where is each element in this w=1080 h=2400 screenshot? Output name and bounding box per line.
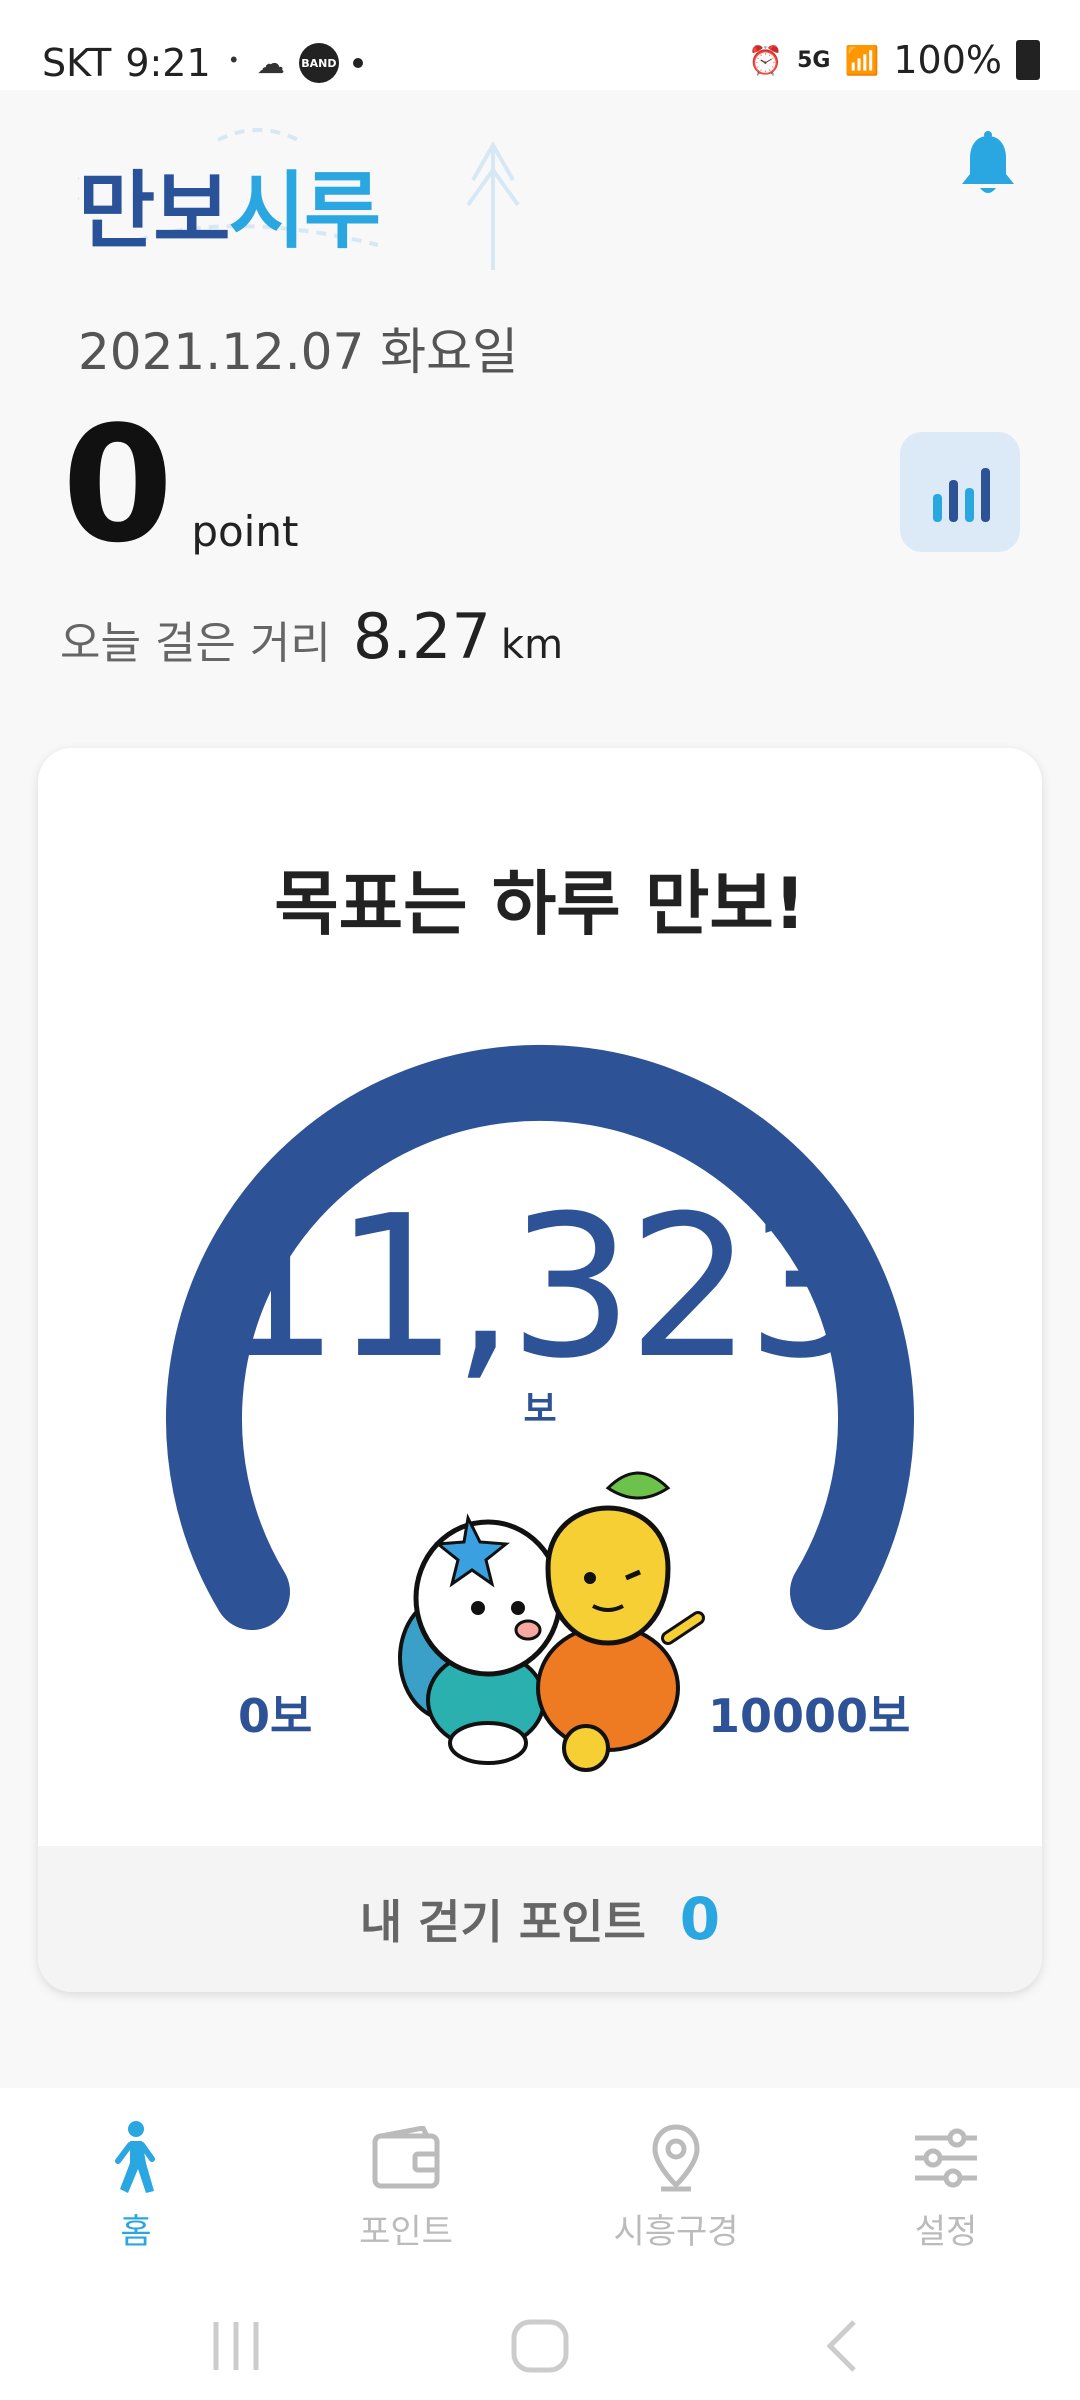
walking-points-value: 0 bbox=[679, 1885, 721, 1953]
wallet-icon bbox=[306, 2118, 506, 2198]
points-summary: 0 point bbox=[62, 391, 299, 578]
status-left: SKT 9:21 ᭼ ☁ BAND bbox=[42, 38, 363, 88]
cloud-icon: ☁ bbox=[256, 46, 285, 80]
system-navigation-bar bbox=[0, 2288, 1080, 2400]
wavve-icon: ᭼ bbox=[224, 41, 243, 74]
logo-part-1: 만보 bbox=[78, 162, 231, 260]
nav-home[interactable]: 홈 bbox=[36, 2118, 236, 2253]
step-unit: 보 bbox=[523, 1389, 557, 1430]
nav-home-label: 홈 bbox=[120, 2212, 152, 2252]
clock: 9:21 bbox=[125, 41, 211, 85]
step-goal-card: 목표는 하루 만보! 11,323 보 0보 10000보 내 걷기 포인트 0 bbox=[38, 748, 1042, 1992]
app-logo: 만보시루 bbox=[78, 120, 558, 270]
bottom-navigation: 홈 포인트 시흥구경 설정 bbox=[0, 2088, 1080, 2288]
battery-percent: 100% bbox=[893, 38, 1002, 82]
band-icon: BAND bbox=[298, 43, 339, 83]
sliders-icon bbox=[846, 2118, 1046, 2198]
distance-value: 8.27 bbox=[352, 600, 491, 673]
nav-points-label: 포인트 bbox=[359, 2212, 453, 2252]
logo-part-2: 시루 bbox=[228, 162, 382, 260]
recent-apps-icon[interactable] bbox=[208, 2318, 264, 2378]
app-header: 만보시루 bbox=[0, 90, 1080, 290]
alarm-icon: ⏰ bbox=[748, 43, 784, 77]
bar-chart-icon bbox=[933, 468, 990, 522]
network-type: 5G bbox=[797, 47, 831, 73]
nav-sights[interactable]: 시흥구경 bbox=[576, 2118, 776, 2253]
distance-unit: km bbox=[500, 622, 564, 668]
nav-settings[interactable]: 설정 bbox=[846, 2118, 1046, 2253]
walking-points-label: 내 걷기 포인트 bbox=[359, 1895, 646, 1949]
status-bar: SKT 9:21 ᭼ ☁ BAND ⏰ 5G 📶 100% bbox=[0, 0, 1080, 90]
map-pin-icon bbox=[576, 2118, 776, 2198]
notification-dot-icon bbox=[352, 58, 363, 68]
bell-icon[interactable] bbox=[958, 130, 1018, 200]
logo-text: 만보시루 bbox=[78, 144, 382, 265]
home-icon[interactable] bbox=[510, 2318, 570, 2378]
current-date: 2021.12.07 화요일 bbox=[78, 323, 519, 381]
walking-person-icon bbox=[36, 2118, 236, 2198]
status-right: ⏰ 5G 📶 100% bbox=[748, 38, 1040, 82]
distance-summary: 오늘 걸은 거리 8.27 km bbox=[60, 600, 563, 673]
gauge-min-label: 0보 bbox=[238, 1689, 313, 1743]
signal-icon: 📶 bbox=[844, 43, 880, 77]
stats-chart-button[interactable] bbox=[900, 432, 1020, 552]
nav-sights-label: 시흥구경 bbox=[613, 2212, 739, 2252]
mascot-characters-icon bbox=[398, 1471, 705, 1772]
points-unit: point bbox=[191, 507, 299, 556]
walking-points-bar: 내 걷기 포인트 0 bbox=[38, 1846, 1042, 1992]
points-value: 0 bbox=[62, 391, 174, 578]
nav-points[interactable]: 포인트 bbox=[306, 2118, 506, 2253]
battery-icon bbox=[1016, 40, 1040, 80]
step-count: 11,323 bbox=[215, 1174, 871, 1402]
nav-settings-label: 설정 bbox=[914, 2212, 978, 2252]
gauge-max-label: 10000보 bbox=[708, 1689, 911, 1743]
distance-label: 오늘 걸은 거리 bbox=[60, 618, 331, 669]
back-icon[interactable] bbox=[822, 2318, 862, 2378]
carrier-label: SKT bbox=[42, 41, 112, 85]
